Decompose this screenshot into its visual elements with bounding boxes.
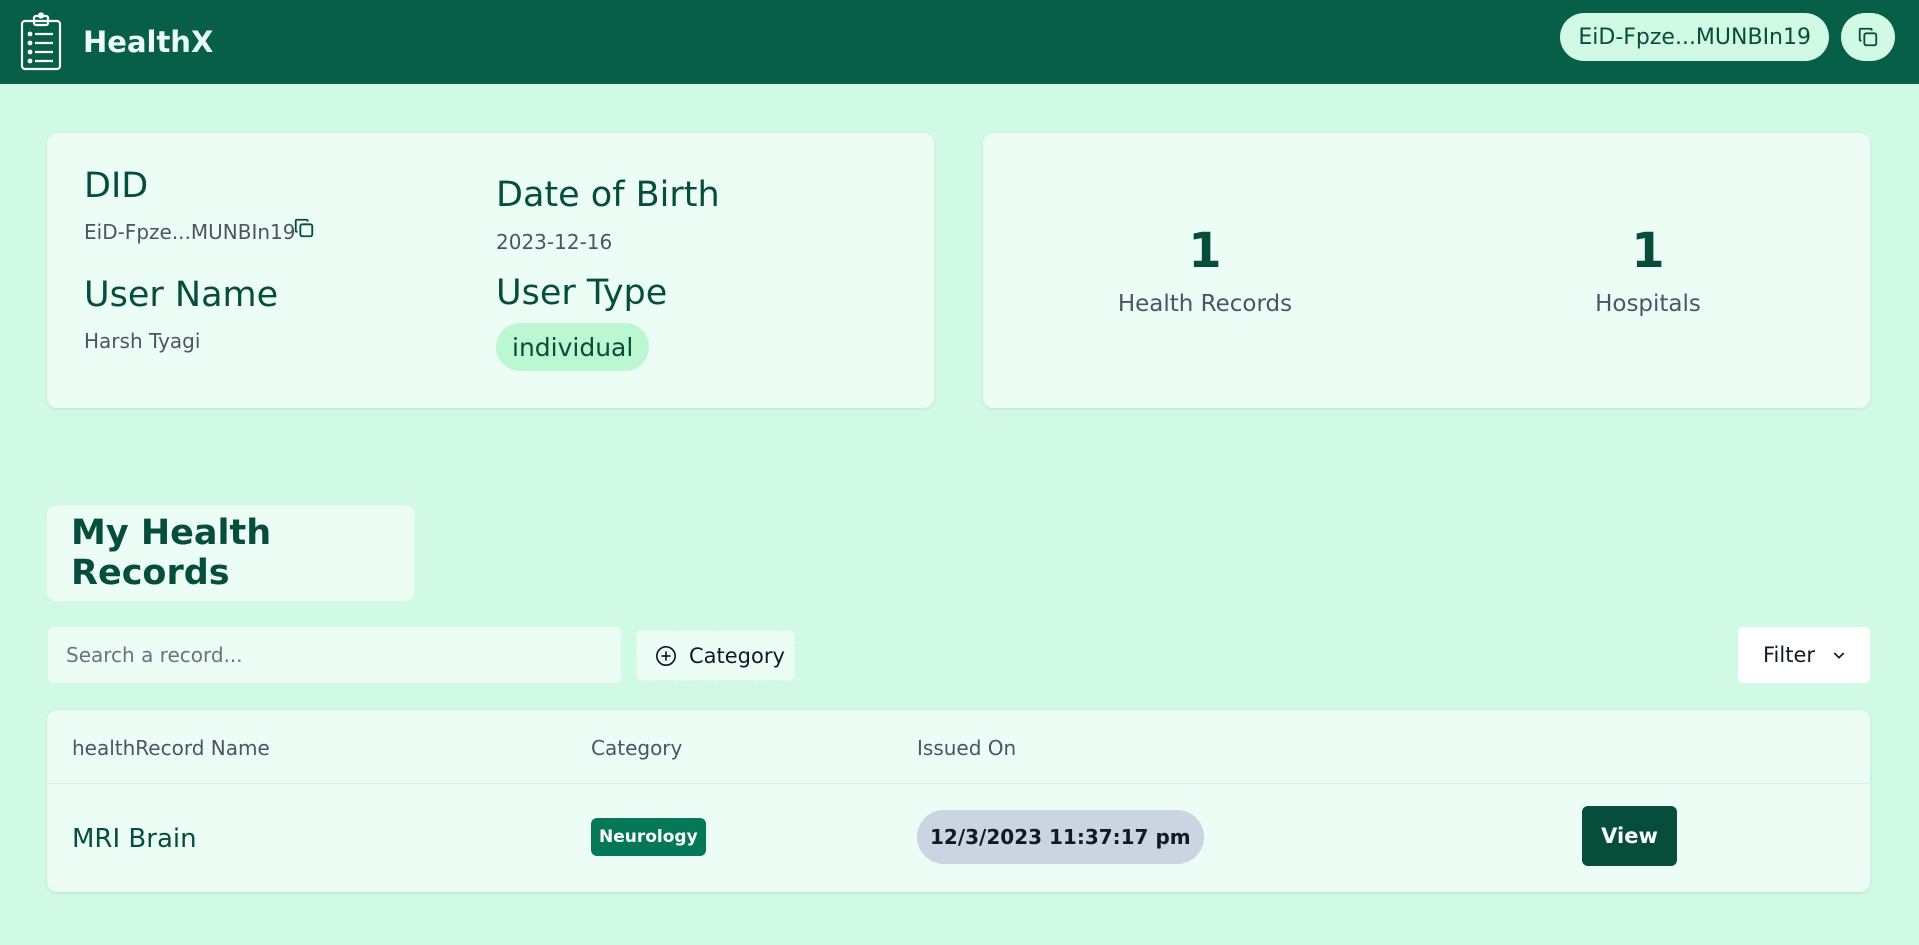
view-record-button[interactable]: View [1582, 806, 1677, 866]
did-pill[interactable]: EiD-Fpze...MUNBIn19 [1560, 13, 1829, 61]
filter-button[interactable]: Filter [1737, 626, 1871, 684]
section-title: My Health Records [71, 513, 272, 593]
brand[interactable]: HealthX [19, 12, 213, 72]
plus-circle-icon [656, 645, 676, 666]
did-label: DID [84, 166, 149, 206]
copy-icon[interactable] [293, 217, 315, 239]
hospitals-label: Hospitals [1595, 291, 1701, 317]
health-records-label: Health Records [1117, 291, 1293, 317]
header-divider [47, 783, 1870, 784]
top-navbar: HealthX EiD-Fpze...MUNBIn19 [0, 0, 1919, 84]
copy-icon [1858, 27, 1878, 47]
username-value: Harsh Tyagi [84, 329, 201, 353]
profile-card: DID EiD-Fpze...MUNBIn19 Date of Birth 20… [47, 133, 934, 408]
usertype-label: User Type [496, 273, 668, 313]
health-records-count: 1 [1188, 223, 1222, 279]
search-input[interactable] [47, 626, 622, 684]
column-header-issued-on: Issued On [917, 736, 1017, 760]
category-button-label: Category [689, 643, 785, 668]
clipboard-icon [20, 12, 62, 71]
dob-value: 2023-12-16 [496, 230, 613, 254]
hospitals-count: 1 [1631, 223, 1665, 279]
issued-on-pill: 12/3/2023 11:37:17 pm [917, 810, 1204, 864]
usertype-badge: individual [496, 323, 650, 371]
record-name: MRI Brain [72, 824, 197, 854]
category-badge: Neurology [591, 818, 706, 856]
records-table: healthRecord Name Category Issued On MRI… [47, 710, 1870, 892]
stats-card: 1 Health Records 1 Hospitals [983, 133, 1870, 408]
chevron-down-icon [1833, 652, 1845, 659]
copy-did-button[interactable] [1841, 13, 1895, 61]
dob-label: Date of Birth [496, 175, 720, 215]
column-header-category: Category [591, 736, 683, 760]
username-label: User Name [84, 275, 279, 315]
filter-button-label: Filter [1763, 643, 1816, 667]
app-name: HealthX [83, 25, 214, 59]
records-section-header: My Health Records [47, 505, 415, 601]
category-filter-button[interactable]: Category [636, 630, 795, 681]
did-value: EiD-Fpze...MUNBIn19 [84, 220, 296, 244]
column-header-name: healthRecord Name [72, 736, 270, 760]
